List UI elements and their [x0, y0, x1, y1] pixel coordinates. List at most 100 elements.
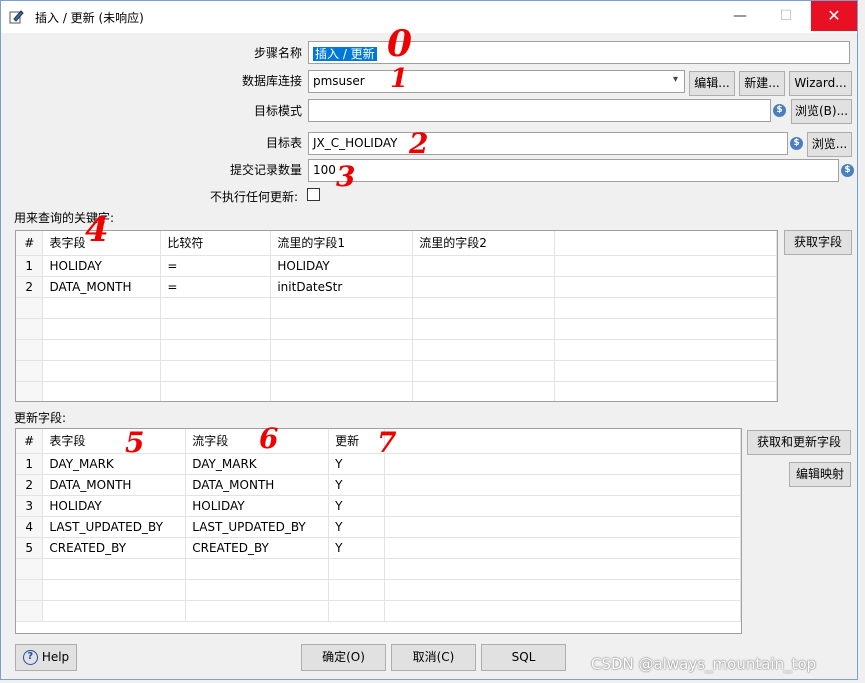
row-number: 4 — [16, 516, 44, 538]
sql-button[interactable]: SQL — [481, 644, 566, 671]
column-header[interactable]: 比较符 — [160, 231, 272, 256]
lookup-keys-table[interactable]: # 表字段 比较符 流里的字段1 流里的字段2 1 HOLIDAY = HOLI… — [15, 230, 778, 402]
no-update-checkbox[interactable] — [307, 188, 320, 201]
column-header[interactable]: 流里的字段2 — [412, 231, 556, 256]
target-schema-field[interactable] — [308, 99, 771, 122]
table-cell[interactable]: Y — [328, 537, 385, 559]
table-row[interactable]: 3 HOLIDAY HOLIDAY Y — [16, 495, 741, 517]
table-row[interactable]: 1 HOLIDAY = HOLIDAY — [16, 255, 777, 277]
column-header[interactable]: 流字段 — [185, 429, 330, 454]
annotation-mark: 2 — [409, 127, 429, 160]
step-name-label: 步骤名称 — [253, 46, 302, 60]
insert-update-dialog: 插入 / 更新 (未响应) — ☐ ✕ 步骤名称 插入 / 更新 数据库连接 p… — [0, 0, 858, 680]
column-header[interactable]: 表字段 — [42, 429, 187, 454]
table-cell[interactable]: CREATED_BY — [185, 537, 330, 559]
table-cell[interactable]: initDateStr — [270, 276, 414, 298]
table-cell[interactable]: HOLIDAY — [42, 495, 187, 517]
title-bar: 插入 / 更新 (未响应) — ☐ ✕ — [1, 1, 857, 33]
table-row[interactable] — [16, 339, 777, 361]
table-row[interactable] — [16, 318, 777, 340]
minimize-button[interactable]: — — [717, 1, 763, 31]
table-row[interactable]: 5 CREATED_BY CREATED_BY Y — [16, 537, 741, 559]
db-conn-value: pmsuser — [313, 74, 365, 88]
table-row[interactable] — [16, 600, 741, 622]
row-number: 1 — [16, 453, 44, 475]
edit-connection-button[interactable]: 编辑... — [689, 71, 735, 96]
table-cell[interactable]: CREATED_BY — [42, 537, 187, 559]
get-update-fields-button[interactable]: 获取和更新字段 — [747, 430, 851, 455]
table-row[interactable] — [16, 579, 741, 601]
table-cell[interactable] — [384, 474, 741, 496]
table-row[interactable] — [16, 558, 741, 580]
target-table-label: 目标表 — [265, 136, 302, 150]
update-fields-label: 更新字段: — [14, 411, 67, 425]
table-cell[interactable]: LAST_UPDATED_BY — [185, 516, 330, 538]
browse-schema-button[interactable]: 浏览(B)... — [791, 99, 852, 124]
get-fields-button[interactable]: 获取字段 — [784, 230, 852, 255]
table-cell[interactable]: DATA_MONTH — [42, 474, 187, 496]
row-number: 2 — [16, 474, 44, 496]
help-button-label: Help — [41, 650, 70, 664]
table-cell[interactable] — [384, 516, 741, 538]
table-row[interactable]: 4 LAST_UPDATED_BY LAST_UPDATED_BY Y — [16, 516, 741, 538]
variable-icon: $ — [773, 104, 786, 117]
edit-mapping-button[interactable]: 编辑映射 — [789, 462, 851, 487]
annotation-mark: 0 — [387, 23, 413, 65]
annotation-mark: 4 — [85, 210, 109, 250]
db-conn-label: 数据库连接 — [241, 74, 302, 88]
table-cell[interactable] — [384, 537, 741, 559]
commit-size-label: 提交记录数量 — [229, 163, 302, 177]
maximize-button[interactable]: ☐ — [763, 1, 809, 31]
table-cell[interactable] — [554, 255, 777, 277]
table-cell[interactable]: = — [160, 276, 272, 298]
annotation-mark: 5 — [125, 426, 145, 459]
annotation-mark: 1 — [390, 64, 409, 94]
commit-size-field[interactable]: 100 — [308, 159, 839, 182]
table-cell[interactable]: LAST_UPDATED_BY — [42, 516, 187, 538]
table-cell[interactable] — [384, 453, 741, 475]
db-conn-select[interactable]: pmsuser ▾ — [308, 70, 685, 93]
ok-button[interactable]: 确定(O) — [301, 644, 386, 671]
cancel-button[interactable]: 取消(C) — [391, 644, 476, 671]
step-name-value: 插入 / 更新 — [313, 47, 377, 61]
table-cell[interactable]: DAY_MARK — [42, 453, 187, 475]
table-cell[interactable]: DATA_MONTH — [185, 474, 330, 496]
table-cell[interactable] — [384, 495, 741, 517]
table-cell[interactable] — [412, 276, 556, 298]
table-row[interactable] — [16, 297, 777, 319]
row-number: 5 — [16, 537, 44, 559]
table-row[interactable]: 2 DATA_MONTH = initDateStr — [16, 276, 777, 298]
table-cell[interactable]: HOLIDAY — [42, 255, 162, 277]
column-header[interactable]: 流里的字段1 — [270, 231, 414, 256]
table-row[interactable] — [16, 381, 777, 401]
help-button[interactable]: ? Help — [15, 644, 77, 671]
close-button[interactable]: ✕ — [811, 1, 857, 31]
table-row[interactable] — [16, 360, 777, 382]
chevron-down-icon: ▾ — [672, 74, 678, 85]
annotation-mark: 3 — [336, 160, 356, 193]
column-header[interactable]: # — [16, 429, 44, 454]
column-header[interactable] — [554, 231, 777, 256]
row-number: 3 — [16, 495, 44, 517]
table-cell[interactable] — [554, 276, 777, 298]
table-cell[interactable]: DAY_MARK — [185, 453, 330, 475]
watermark: CSDN @always_mountain_top — [591, 655, 817, 673]
target-schema-label: 目标模式 — [253, 104, 302, 118]
table-row[interactable]: 2 DATA_MONTH DATA_MONTH Y — [16, 474, 741, 496]
table-cell[interactable]: = — [160, 255, 272, 277]
target-table-field[interactable]: JX_C_HOLIDAY — [308, 132, 788, 155]
wizard-button[interactable]: Wizard... — [789, 71, 852, 96]
annotation-mark: 7 — [377, 426, 397, 459]
table-cell[interactable]: Y — [328, 495, 385, 517]
column-header[interactable] — [384, 429, 741, 454]
table-cell[interactable]: Y — [328, 516, 385, 538]
table-cell[interactable]: Y — [328, 474, 385, 496]
browse-table-button[interactable]: 浏览... — [807, 132, 852, 157]
table-cell[interactable]: HOLIDAY — [270, 255, 414, 277]
table-cell[interactable] — [412, 255, 556, 277]
column-header[interactable]: # — [16, 231, 44, 256]
table-cell[interactable]: HOLIDAY — [185, 495, 330, 517]
table-cell[interactable]: DATA_MONTH — [42, 276, 162, 298]
window-title: 插入 / 更新 (未响应) — [35, 11, 144, 25]
new-connection-button[interactable]: 新建... — [739, 71, 785, 96]
